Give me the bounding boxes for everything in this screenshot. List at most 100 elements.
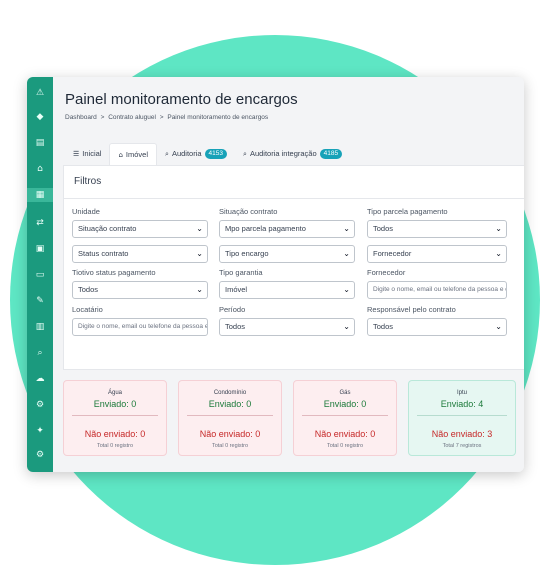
breadcrumb-dashboard[interactable]: Dashboard <box>65 114 97 121</box>
cloud-icon[interactable]: ☁ <box>31 372 49 386</box>
chevron-down-icon: ⌄ <box>343 322 350 331</box>
chevron-down-icon: ⌄ <box>495 322 502 331</box>
building-icon[interactable]: ▤ <box>31 136 49 150</box>
card-sent-count: Enviado: 0 <box>208 399 252 409</box>
select-value: Todos <box>225 322 246 331</box>
status-contrato-select[interactable]: Status contrato ⌄ <box>72 245 208 263</box>
breadcrumb-separator: > <box>100 114 105 121</box>
responsavel-select[interactable]: Todos ⌄ <box>367 318 507 336</box>
tab-inicial[interactable]: ☰ Inicial <box>65 143 109 165</box>
card-total: Total 0 registro <box>211 443 249 449</box>
card-gas: Gás Enviado: 0 Não enviado: 0 Total 0 re… <box>293 380 397 456</box>
card-condominio: Condomínio Enviado: 0 Não enviado: 0 Tot… <box>178 380 282 456</box>
alert-icon[interactable]: ⚠ <box>31 86 49 100</box>
puzzle-icon[interactable]: ✦ <box>31 424 49 438</box>
chevron-down-icon: ⌄ <box>196 249 203 258</box>
select-value: Imóvel <box>225 285 248 294</box>
responsavel-label: Responsável pelo contrato <box>367 305 456 314</box>
chevron-down-icon: ⌄ <box>495 224 502 233</box>
breadcrumb: Dashboard > Contrato aluguel > Painel mo… <box>65 114 270 121</box>
tipo-garantia-label: Tipo garantia <box>219 268 263 277</box>
breadcrumb-contrato[interactable]: Contrato aluguel <box>108 114 156 121</box>
tipo-parcela-pagamento-select[interactable]: Mpo parcela pagamento ⌄ <box>219 220 355 238</box>
select-value: Fornecedor <box>373 249 412 258</box>
wrench-icon[interactable]: ✎ <box>31 294 49 308</box>
locatario-search-input[interactable]: Digite o nome, email ou telefone da pess… <box>72 318 208 336</box>
select-value: Todos <box>373 224 394 233</box>
diamond-icon[interactable]: ◆ <box>31 110 49 124</box>
chevron-down-icon: ⌄ <box>196 224 203 233</box>
card-not-sent-count: Não enviado: 0 <box>199 429 261 439</box>
card-title: Condomínio <box>213 390 247 396</box>
briefcase-icon[interactable]: ▣ <box>31 242 49 256</box>
divider <box>417 415 507 416</box>
periodo-label: Período <box>219 305 246 314</box>
chevron-down-icon: ⌄ <box>343 249 350 258</box>
main-content: Painel monitoramento de encargos Dashboa… <box>53 77 524 472</box>
divider <box>302 415 388 416</box>
divider <box>64 198 524 199</box>
file-icon[interactable]: ▥ <box>31 320 49 334</box>
card-sent-count: Enviado: 0 <box>93 399 137 409</box>
breadcrumb-separator: > <box>159 114 164 121</box>
card-not-sent-count: Não enviado: 3 <box>431 429 493 439</box>
card-total: Total 0 registro <box>326 443 364 449</box>
periodo-select[interactable]: Todos ⌄ <box>219 318 355 336</box>
fornecedor-search-input[interactable]: Digite o nome, email ou telefone da pess… <box>367 281 507 299</box>
card-agua: Água Enviado: 0 Não enviado: 0 Total 0 r… <box>63 380 167 456</box>
select-value: Tipo encargo <box>225 249 269 258</box>
tipo-status-select[interactable]: Todos ⌄ <box>72 281 208 299</box>
divider <box>187 415 273 416</box>
home-icon: ⌂ <box>118 150 123 159</box>
tab-imovel[interactable]: ⌂ Imóvel <box>109 143 158 165</box>
monitor-icon[interactable]: ▭ <box>31 268 49 282</box>
select-value: Mpo parcela pagamento <box>225 224 306 233</box>
card-sent-count: Enviado: 0 <box>323 399 367 409</box>
unidade-label: Unidade <box>72 207 100 216</box>
tab-bar: ☰ Inicial ⌂ Imóvel ⌕ Auditoria 4153 ⌕ Au… <box>65 143 350 165</box>
situacao-contrato-label: Situação contrato <box>219 207 278 216</box>
chevron-down-icon: ⌄ <box>343 285 350 294</box>
tab-label: Inicial <box>82 149 102 158</box>
gear-icon[interactable]: ⚙ <box>31 398 49 412</box>
breadcrumb-current: Painel monitoramento de encargos <box>167 114 269 121</box>
locatario-label: Locatário <box>72 305 103 314</box>
tab-auditoria-integracao[interactable]: ⌕ Auditoria integração 4185 <box>235 143 350 165</box>
fornecedor-label: Fornecedor <box>367 268 406 277</box>
chevron-down-icon: ⌄ <box>196 285 203 294</box>
transfer-icon[interactable]: ⇄ <box>31 216 49 230</box>
search-icon: ⌕ <box>243 150 247 158</box>
tipo-parcela-label: Tipo parcela pagamento <box>367 207 448 216</box>
tipo-parcela-select[interactable]: Todos ⌄ <box>367 220 507 238</box>
card-iptu: Iptu Enviado: 4 Não enviado: 3 Total 7 r… <box>408 380 516 456</box>
count-badge: 4185 <box>319 149 343 159</box>
settings-icon[interactable]: ⚙ <box>31 448 49 462</box>
tipo-encargo-select[interactable]: Tipo encargo ⌄ <box>219 245 355 263</box>
card-title: Água <box>107 390 122 396</box>
card-not-sent-count: Não enviado: 0 <box>84 429 146 439</box>
search-icon: ⌕ <box>165 150 169 158</box>
tipo-garantia-select[interactable]: Imóvel ⌄ <box>219 281 355 299</box>
count-badge: 4153 <box>204 149 228 159</box>
tipo-status-label: Tiotivo status pagamento <box>72 268 156 277</box>
select-value: Todos <box>78 285 99 294</box>
situacao-contrato-select[interactable]: Situação contrato ⌄ <box>72 220 208 238</box>
document-icon[interactable]: ▦ <box>27 188 53 202</box>
filters-panel: Filtros Unidade Situação contrato ⌄ Stat… <box>63 165 524 370</box>
app-window: ⚠ ◆ ▤ ⌂ ▦ ⇄ ▣ ▭ ✎ ▥ ⌕ ☁ ⚙ ✦ ⚙ Painel mon… <box>27 77 524 472</box>
filters-title: Filtros <box>74 176 102 187</box>
chevron-down-icon: ⌄ <box>343 224 350 233</box>
home-icon[interactable]: ⌂ <box>31 162 49 176</box>
search-icon[interactable]: ⌕ <box>31 346 49 360</box>
card-not-sent-count: Não enviado: 0 <box>314 429 376 439</box>
card-total: Total 0 registro <box>96 443 134 449</box>
select-value: Todos <box>373 322 394 331</box>
page-title: Painel monitoramento de encargos <box>65 91 298 108</box>
tab-auditoria[interactable]: ⌕ Auditoria 4153 <box>157 143 235 165</box>
tab-label: Imóvel <box>125 149 149 159</box>
list-icon: ☰ <box>73 150 80 158</box>
fornecedor-select[interactable]: Fornecedor ⌄ <box>367 245 507 263</box>
card-title: Gás <box>339 390 351 396</box>
card-total: Total 7 registros <box>442 443 482 449</box>
divider <box>72 415 158 416</box>
